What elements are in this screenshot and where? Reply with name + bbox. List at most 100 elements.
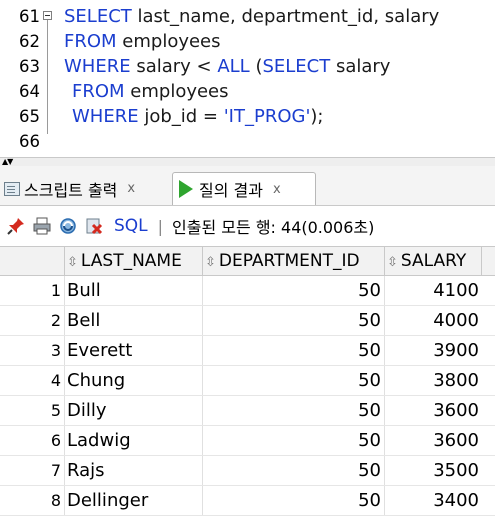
run-query-icon — [179, 180, 193, 198]
code-text[interactable]: FROM employees — [64, 29, 221, 54]
sql-text: ( — [249, 56, 263, 77]
code-line: 63 WHERE salary < ALL (SELECT salary — [0, 54, 495, 79]
cell-department-id[interactable]: 50 — [202, 456, 384, 485]
cell-last-name[interactable]: Rajs — [64, 456, 202, 485]
table-row[interactable]: 6 Ladwig 50 3600 — [0, 426, 495, 456]
tab-label: 질의 결과 — [199, 181, 263, 200]
result-tabbar: 스크립트 출력 x 질의 결과 x — [0, 166, 495, 206]
cell-salary[interactable]: 3800 — [384, 366, 482, 395]
code-line: 62 FROM employees — [0, 29, 495, 54]
sort-icon[interactable]: ⇳ — [387, 255, 398, 270]
column-header-department-id[interactable]: ⇳ DEPARTMENT_ID — [202, 247, 384, 275]
sql-keyword: SELECT — [262, 56, 331, 77]
script-output-icon — [4, 181, 20, 196]
cell-department-id[interactable]: 50 — [202, 396, 384, 425]
sql-keyword: SELECT — [64, 6, 132, 27]
row-number: 6 — [50, 431, 61, 450]
cell-last-name[interactable]: Bull — [64, 276, 202, 305]
cell-last-name[interactable]: Dilly — [64, 396, 202, 425]
sql-keyword: WHERE — [64, 56, 131, 77]
code-text[interactable]: WHERE job_id = 'IT_PROG'); — [72, 104, 324, 129]
cell-last-name[interactable]: Chung — [64, 366, 202, 395]
sql-text: ); — [310, 106, 324, 127]
cell-salary[interactable]: 3900 — [384, 336, 482, 365]
cell-salary[interactable]: 3500 — [384, 456, 482, 485]
cell-last-name[interactable]: Everett — [64, 336, 202, 365]
sql-text: employees — [124, 81, 229, 102]
code-line: 64 FROM employees — [0, 79, 495, 104]
table-row[interactable]: 2 Bell 50 4000 — [0, 306, 495, 336]
cell-department-id[interactable]: 50 — [202, 306, 384, 335]
table-row[interactable]: 1 Bull 50 4100 — [0, 276, 495, 306]
cell-department-id[interactable]: 50 — [202, 276, 384, 305]
print-icon[interactable] — [32, 216, 52, 236]
tab-script-output[interactable]: 스크립트 출력 x — [0, 172, 172, 205]
tab-label: 스크립트 출력 — [24, 180, 118, 200]
row-number: 4 — [50, 371, 61, 390]
sql-text: salary < — [130, 56, 218, 77]
sort-icon[interactable]: ⇳ — [67, 255, 78, 270]
sql-text: employees — [116, 31, 221, 52]
cell-salary[interactable]: 4100 — [384, 276, 482, 305]
row-number: 7 — [50, 461, 61, 480]
code-text[interactable]: FROM employees — [72, 79, 229, 104]
cell-last-name[interactable]: Bell — [64, 306, 202, 335]
line-number: 65 — [19, 107, 40, 126]
sql-editor[interactable]: 61 SELECT last_name, department_id, sala… — [0, 0, 495, 157]
pin-icon[interactable] — [6, 216, 26, 236]
refresh-icon[interactable] — [58, 216, 78, 236]
column-header-salary[interactable]: ⇳ SALARY — [384, 247, 482, 275]
table-row[interactable]: 4 Chung 50 3800 — [0, 366, 495, 396]
tab-query-result[interactable]: 질의 결과 x — [172, 172, 316, 205]
cell-last-name[interactable]: Dellinger — [64, 486, 202, 515]
sql-text: last_name, department_id, salary — [131, 6, 440, 27]
line-number: 64 — [19, 82, 40, 101]
table-row[interactable]: 5 Dilly 50 3600 — [0, 396, 495, 426]
cell-last-name[interactable]: Ladwig — [64, 426, 202, 455]
sql-keyword: FROM — [72, 81, 125, 102]
result-grid[interactable]: ⇳ LAST_NAME ⇳ DEPARTMENT_ID ⇳ SALARY 1 Bull… — [0, 246, 495, 516]
sql-text: salary — [330, 56, 391, 77]
cell-department-id[interactable]: 50 — [202, 426, 384, 455]
cell-department-id[interactable]: 50 — [202, 336, 384, 365]
table-row[interactable]: 7 Rajs 50 3500 — [0, 456, 495, 486]
table-row[interactable]: 3 Everett 50 3900 — [0, 336, 495, 366]
sql-keyword: WHERE — [72, 106, 139, 127]
sql-keyword: ALL — [217, 56, 250, 77]
grid-header: ⇳ LAST_NAME ⇳ DEPARTMENT_ID ⇳ SALARY — [0, 246, 495, 276]
row-number: 8 — [50, 491, 61, 510]
code-line: 65 WHERE job_id = 'IT_PROG'); — [0, 104, 495, 129]
fetch-status: 인출된 모든 행: 44(0.006초) — [172, 218, 375, 237]
line-number: 63 — [19, 57, 40, 76]
row-number: 3 — [50, 341, 61, 360]
sql-string: 'IT_PROG' — [223, 106, 311, 127]
code-line: 61 SELECT last_name, department_id, sala… — [0, 4, 495, 29]
cell-salary[interactable]: 3600 — [384, 396, 482, 425]
splitter-arrows-icon[interactable]: ▲▼ — [2, 158, 13, 166]
cell-salary[interactable]: 3600 — [384, 426, 482, 455]
close-icon[interactable]: x — [273, 182, 281, 197]
cancel-fetch-icon[interactable] — [84, 216, 104, 236]
panel-splitter[interactable]: ▲▼ — [0, 157, 495, 166]
sql-text: job_id = — [138, 106, 224, 127]
fold-collapse-icon[interactable] — [43, 11, 52, 20]
sort-icon[interactable]: ⇳ — [205, 255, 216, 270]
code-line: 66 — [0, 129, 495, 154]
row-number: 5 — [50, 401, 61, 420]
cell-salary[interactable]: 3400 — [384, 486, 482, 515]
row-number: 1 — [50, 281, 61, 300]
code-text[interactable]: SELECT last_name, department_id, salary — [64, 4, 439, 29]
cell-salary[interactable]: 4000 — [384, 306, 482, 335]
row-number: 2 — [50, 311, 61, 330]
line-number: 61 — [19, 7, 40, 26]
sql-keyword: FROM — [64, 31, 117, 52]
cell-department-id[interactable]: 50 — [202, 366, 384, 395]
cell-department-id[interactable]: 50 — [202, 486, 384, 515]
table-row[interactable]: 8 Dellinger 50 3400 — [0, 486, 495, 516]
result-toolbar: SQL | 인출된 모든 행: 44(0.006초) — [0, 206, 495, 246]
close-icon[interactable]: x — [127, 181, 135, 196]
code-text[interactable]: WHERE salary < ALL (SELECT salary — [64, 54, 390, 79]
column-header-last-name[interactable]: ⇳ LAST_NAME — [64, 247, 202, 275]
line-number: 62 — [19, 32, 40, 51]
sql-button[interactable]: SQL — [114, 216, 148, 236]
